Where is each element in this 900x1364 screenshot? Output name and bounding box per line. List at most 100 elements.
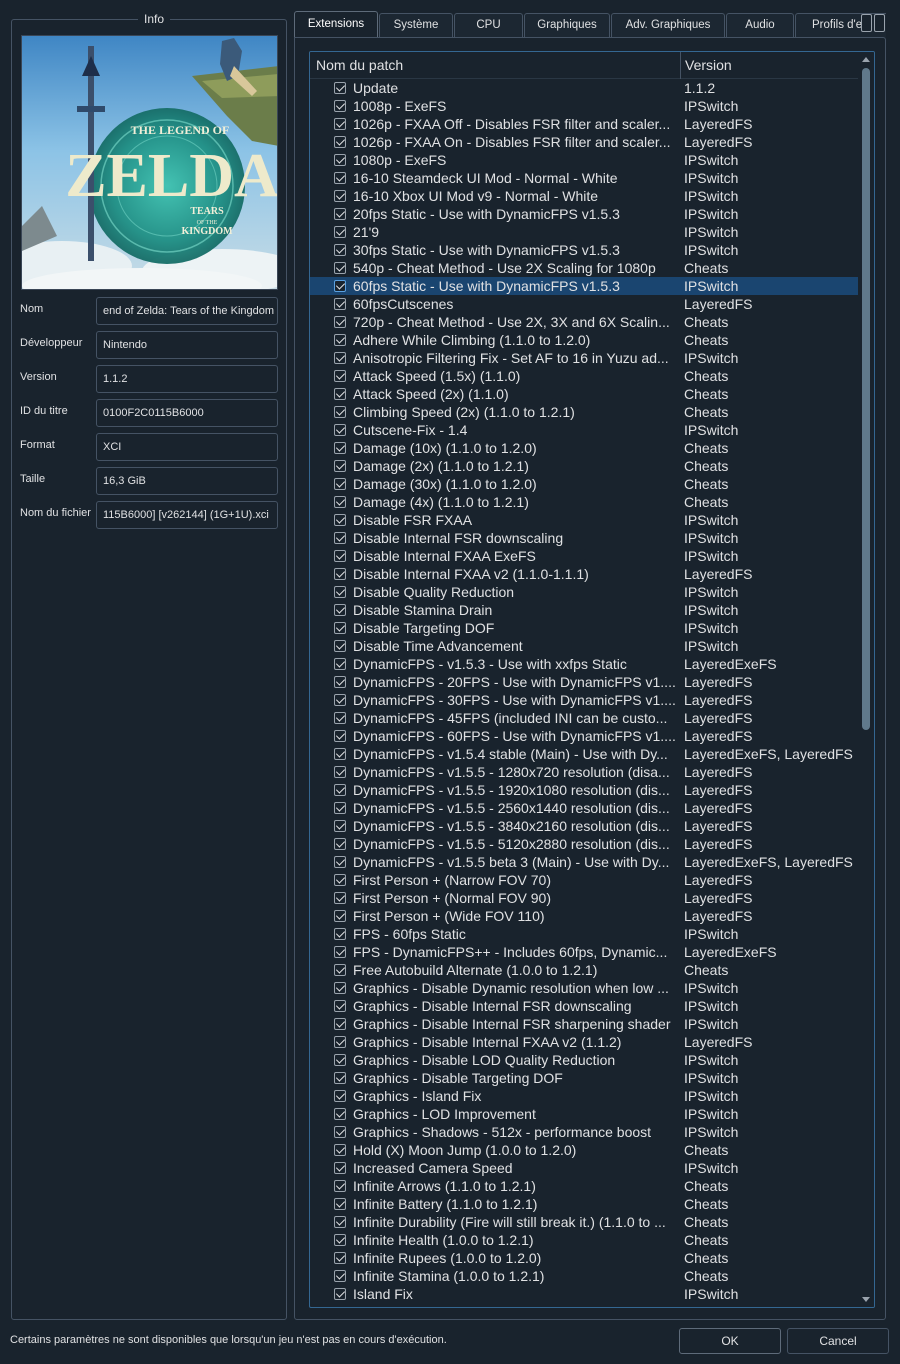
enable-patch-checkbox[interactable] bbox=[334, 640, 346, 652]
table-row[interactable]: Adhere While Climbing (1.1.0 to 1.2.0) Ch… bbox=[310, 331, 858, 349]
enable-patch-checkbox[interactable] bbox=[334, 370, 346, 382]
table-row[interactable]: DynamicFPS - v1.5.5 - 5120x2880 resoluti… bbox=[310, 835, 858, 853]
enable-patch-checkbox[interactable] bbox=[334, 1216, 346, 1228]
table-row[interactable]: First Person + (Normal FOV 90) LayeredFS bbox=[310, 889, 858, 907]
table-row[interactable]: Cutscene-Fix - 1.4 IPSwitch bbox=[310, 421, 858, 439]
enable-patch-checkbox[interactable] bbox=[334, 172, 346, 184]
enable-patch-checkbox[interactable] bbox=[334, 658, 346, 670]
table-row[interactable]: Graphics - Disable Internal FSR sharpeni… bbox=[310, 1015, 858, 1033]
enable-patch-checkbox[interactable] bbox=[334, 334, 346, 346]
table-row[interactable]: Disable Time Advancement IPSwitch bbox=[310, 637, 858, 655]
enable-patch-checkbox[interactable] bbox=[334, 1198, 346, 1210]
table-row[interactable]: 60fps Static - Use with DynamicFPS v1.5.… bbox=[310, 277, 858, 295]
enable-patch-checkbox[interactable] bbox=[334, 784, 346, 796]
enable-patch-checkbox[interactable] bbox=[334, 1018, 346, 1030]
enable-patch-checkbox[interactable] bbox=[334, 874, 346, 886]
table-row[interactable]: Disable Targeting DOF IPSwitch bbox=[310, 619, 858, 637]
tab-profiles[interactable]: Profils d'en bbox=[795, 13, 886, 38]
table-row[interactable]: 1026p - FXAA Off - Disables FSR filter a… bbox=[310, 115, 858, 133]
enable-patch-checkbox[interactable] bbox=[334, 460, 346, 472]
table-row[interactable]: Infinite Health (1.0.0 to 1.2.1) Cheats bbox=[310, 1231, 858, 1249]
column-header-patch-name[interactable]: Nom du patch bbox=[316, 57, 403, 73]
enable-patch-checkbox[interactable] bbox=[334, 478, 346, 490]
enable-patch-checkbox[interactable] bbox=[334, 1072, 346, 1084]
enable-patch-checkbox[interactable] bbox=[334, 1252, 346, 1264]
patch-table[interactable]: Nom du patch Version Update 1.1.2 1008p - … bbox=[309, 51, 875, 1308]
scroll-up-arrow-icon[interactable] bbox=[862, 57, 870, 62]
enable-patch-checkbox[interactable] bbox=[334, 190, 346, 202]
scrollbar-thumb[interactable] bbox=[862, 68, 870, 730]
table-row[interactable]: DynamicFPS - v1.5.5 - 3840x2160 resoluti… bbox=[310, 817, 858, 835]
version-field[interactable]: 1.1.2 bbox=[96, 365, 278, 393]
table-row[interactable]: DynamicFPS - 30FPS - Use with DynamicFPS… bbox=[310, 691, 858, 709]
table-row[interactable]: First Person + (Narrow FOV 70) LayeredFS bbox=[310, 871, 858, 889]
tab-extensions[interactable]: Extensions bbox=[294, 11, 378, 38]
table-row[interactable]: DynamicFPS - 60FPS - Use with DynamicFPS… bbox=[310, 727, 858, 745]
enable-patch-checkbox[interactable] bbox=[334, 442, 346, 454]
tab-system[interactable]: Système bbox=[379, 13, 453, 38]
enable-patch-checkbox[interactable] bbox=[334, 1090, 346, 1102]
enable-patch-checkbox[interactable] bbox=[334, 694, 346, 706]
enable-patch-checkbox[interactable] bbox=[334, 748, 346, 760]
enable-patch-checkbox[interactable] bbox=[334, 532, 346, 544]
enable-patch-checkbox[interactable] bbox=[334, 550, 346, 562]
table-row[interactable]: Anisotropic Filtering Fix - Set AF to 16… bbox=[310, 349, 858, 367]
enable-patch-checkbox[interactable] bbox=[334, 280, 346, 292]
enable-patch-checkbox[interactable] bbox=[334, 352, 346, 364]
enable-patch-checkbox[interactable] bbox=[334, 496, 346, 508]
enable-patch-checkbox[interactable] bbox=[334, 586, 346, 598]
filename-field[interactable]: 115B6000] [v262144] (1G+1U).xci bbox=[96, 501, 278, 529]
enable-patch-checkbox[interactable] bbox=[334, 118, 346, 130]
enable-patch-checkbox[interactable] bbox=[334, 1144, 346, 1156]
enable-patch-checkbox[interactable] bbox=[334, 910, 346, 922]
table-row[interactable]: Infinite Durability (Fire will still bre… bbox=[310, 1213, 858, 1231]
table-row[interactable]: DynamicFPS - 20FPS - Use with DynamicFPS… bbox=[310, 673, 858, 691]
table-row[interactable]: Update 1.1.2 bbox=[310, 79, 858, 97]
table-row[interactable]: 1080p - ExeFS IPSwitch bbox=[310, 151, 858, 169]
table-row[interactable]: Damage (2x) (1.1.0 to 1.2.1) Cheats bbox=[310, 457, 858, 475]
enable-patch-checkbox[interactable] bbox=[334, 406, 346, 418]
enable-patch-checkbox[interactable] bbox=[334, 1234, 346, 1246]
table-row[interactable]: DynamicFPS - v1.5.5 - 2560x1440 resoluti… bbox=[310, 799, 858, 817]
table-row[interactable]: Disable Internal FXAA ExeFS IPSwitch bbox=[310, 547, 858, 565]
table-row[interactable]: Graphics - Disable Internal FXAA v2 (1.1… bbox=[310, 1033, 858, 1051]
enable-patch-checkbox[interactable] bbox=[334, 982, 346, 994]
enable-patch-checkbox[interactable] bbox=[334, 802, 346, 814]
table-row[interactable]: Graphics - Shadows - 512x - performance … bbox=[310, 1123, 858, 1141]
enable-patch-checkbox[interactable] bbox=[334, 766, 346, 778]
enable-patch-checkbox[interactable] bbox=[334, 1126, 346, 1138]
tab-scroll-right-button[interactable] bbox=[874, 14, 885, 32]
enable-patch-checkbox[interactable] bbox=[334, 226, 346, 238]
table-row[interactable]: Damage (30x) (1.1.0 to 1.2.0) Cheats bbox=[310, 475, 858, 493]
enable-patch-checkbox[interactable] bbox=[334, 298, 346, 310]
table-row[interactable]: 30fps Static - Use with DynamicFPS v1.5.… bbox=[310, 241, 858, 259]
enable-patch-checkbox[interactable] bbox=[334, 244, 346, 256]
table-row[interactable]: 16-10 Xbox UI Mod v9 - Normal - White IPS… bbox=[310, 187, 858, 205]
table-row[interactable]: DynamicFPS - v1.5.5 beta 3 (Main) - Use … bbox=[310, 853, 858, 871]
table-row[interactable]: Graphics - Disable LOD Quality Reduction… bbox=[310, 1051, 858, 1069]
table-row[interactable]: Disable Quality Reduction IPSwitch bbox=[310, 583, 858, 601]
table-row[interactable]: Infinite Stamina (1.0.0 to 1.2.1) Cheats bbox=[310, 1267, 858, 1285]
column-header-version[interactable]: Version bbox=[685, 57, 732, 73]
enable-patch-checkbox[interactable] bbox=[334, 1054, 346, 1066]
table-row[interactable]: Infinite Arrows (1.1.0 to 1.2.1) Cheats bbox=[310, 1177, 858, 1195]
enable-patch-checkbox[interactable] bbox=[334, 1036, 346, 1048]
table-row[interactable]: FPS - 60fps Static IPSwitch bbox=[310, 925, 858, 943]
enable-patch-checkbox[interactable] bbox=[334, 262, 346, 274]
table-row[interactable]: 720p - Cheat Method - Use 2X, 3X and 6X … bbox=[310, 313, 858, 331]
table-row[interactable]: Graphics - Disable Internal FSR downscal… bbox=[310, 997, 858, 1015]
enable-patch-checkbox[interactable] bbox=[334, 1108, 346, 1120]
table-row[interactable]: DynamicFPS - v1.5.5 - 1280x720 resolutio… bbox=[310, 763, 858, 781]
tab-cpu[interactable]: CPU bbox=[454, 13, 523, 38]
scroll-down-arrow-icon[interactable] bbox=[862, 1297, 870, 1302]
table-row[interactable]: Island Fix IPSwitch bbox=[310, 1285, 858, 1303]
enable-patch-checkbox[interactable] bbox=[334, 100, 346, 112]
tab-audio[interactable]: Audio bbox=[726, 13, 794, 38]
enable-patch-checkbox[interactable] bbox=[334, 856, 346, 868]
table-row[interactable]: Disable FSR FXAA IPSwitch bbox=[310, 511, 858, 529]
table-row[interactable]: Infinite Battery (1.1.0 to 1.2.1) Cheats bbox=[310, 1195, 858, 1213]
table-row[interactable]: DynamicFPS - 45FPS (included INI can be … bbox=[310, 709, 858, 727]
table-row[interactable]: 21'9 IPSwitch bbox=[310, 223, 858, 241]
enable-patch-checkbox[interactable] bbox=[334, 82, 346, 94]
ok-button[interactable]: OK bbox=[679, 1328, 781, 1354]
